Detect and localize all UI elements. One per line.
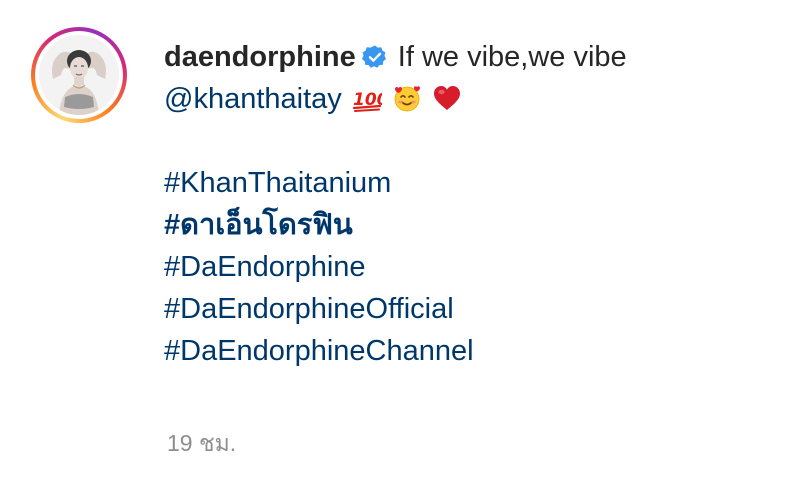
caption-first-line: daendorphine If we vibe,we vibe xyxy=(164,36,784,78)
avatar-gap xyxy=(35,31,123,119)
hashtag-daendorphine[interactable]: #DaEndorphine xyxy=(164,246,784,288)
caption: daendorphine If we vibe,we vibe @khantha… xyxy=(164,36,784,372)
red-heart-emoji xyxy=(432,83,462,113)
caption-text: If we vibe,we vibe xyxy=(397,41,627,73)
instagram-post-caption: daendorphine If we vibe,we vibe @khantha… xyxy=(0,0,800,501)
avatar[interactable] xyxy=(39,35,119,115)
verified-badge-icon xyxy=(361,40,388,68)
post-timestamp[interactable]: 19 ชม. xyxy=(167,426,236,462)
avatar-image xyxy=(39,35,119,115)
username-link[interactable]: daendorphine xyxy=(164,41,356,73)
hashtag-daendorphinechannel[interactable]: #DaEndorphineChannel xyxy=(164,330,784,372)
hundred-points-emoji: 100 xyxy=(352,83,389,113)
mention-link[interactable]: @khanthaitay xyxy=(164,83,342,115)
story-ring[interactable] xyxy=(31,27,127,123)
hashtag-daendorphineofficial[interactable]: #DaEndorphineOfficial xyxy=(164,288,784,330)
hashtag-khanthaitanium[interactable]: #KhanThaitanium xyxy=(164,162,784,204)
smiling-face-with-hearts-emoji xyxy=(392,83,422,113)
caption-second-line: @khanthaitay 100 xyxy=(164,78,784,120)
hashtag-thai-daendorphine[interactable]: #ดาเอ็นโดรฟิน xyxy=(164,204,784,246)
